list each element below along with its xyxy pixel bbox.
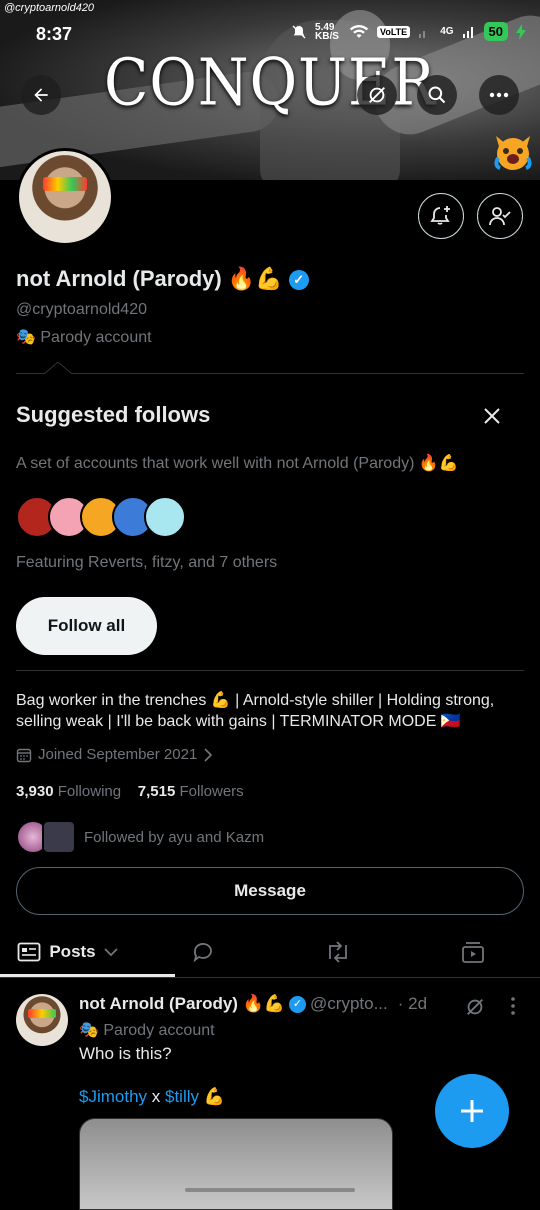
follow-all-button[interactable]: Follow all	[16, 597, 157, 655]
back-button[interactable]	[21, 75, 61, 115]
cashtag-separator: x	[147, 1087, 165, 1106]
notifications-button[interactable]	[418, 193, 464, 239]
profile-name-text: not Arnold (Parody) 🔥💪	[16, 266, 283, 291]
network-type: 4G	[440, 26, 454, 37]
reposts-icon	[328, 941, 347, 963]
profile-handle: @cryptoarnold420	[16, 301, 147, 318]
post-avatar-sunglasses	[28, 1009, 56, 1018]
cashtag-link[interactable]: $Jimothy	[79, 1087, 147, 1106]
signal-icon	[419, 30, 426, 38]
following-link[interactable]: 3,930 Following	[16, 783, 121, 800]
tabs-divider	[0, 977, 540, 978]
suggested-avatar	[144, 496, 186, 538]
more-button[interactable]	[479, 75, 519, 115]
tab-replies[interactable]	[135, 926, 270, 978]
person-check-icon	[489, 207, 511, 226]
cat-emoji-sticker	[490, 128, 536, 174]
replies-icon	[193, 943, 212, 963]
following-label: Following	[57, 783, 122, 800]
post-emoji: 💪	[199, 1087, 225, 1106]
volte-badge: VoLTE	[377, 25, 411, 38]
bell-plus-icon	[430, 206, 450, 225]
joined-date[interactable]: Joined September 2021	[16, 746, 213, 763]
close-icon	[484, 408, 500, 424]
message-button[interactable]: Message	[16, 867, 524, 915]
post-verified-icon: ✓	[289, 995, 307, 1013]
close-suggested-button[interactable]	[478, 402, 506, 430]
tab-reposts[interactable]	[270, 926, 405, 978]
suggested-title: Suggested follows	[16, 402, 211, 427]
parody-label-text: Parody account	[40, 329, 152, 346]
profile-avatar[interactable]	[16, 148, 114, 246]
net-speed: 5.49 KB/S	[315, 21, 339, 42]
compose-button[interactable]	[435, 1074, 509, 1148]
mute-icon	[292, 25, 306, 38]
post-more-icon	[511, 997, 515, 1015]
tab-posts[interactable]: Posts	[0, 926, 135, 978]
verified-badge-icon: ✓	[288, 270, 309, 291]
parody-label: 🎭 Parody account	[16, 327, 152, 347]
charging-icon	[516, 23, 526, 40]
post-mask-icon: 🎭	[79, 1022, 99, 1039]
grok-icon	[369, 87, 385, 103]
post-avatar[interactable]	[16, 994, 68, 1046]
post-cashtags: $Jimothy x $tilly 💪	[79, 1087, 225, 1107]
tab-posts-label: Posts	[49, 942, 96, 961]
calendar-icon	[16, 748, 32, 762]
profile-name: not Arnold (Parody) 🔥💪 ✓	[16, 266, 309, 292]
search-icon	[428, 86, 446, 104]
followers-link[interactable]: 7,515 Followers	[138, 783, 244, 800]
mask-icon: 🎭	[16, 329, 36, 346]
chevron-down-icon	[104, 948, 118, 957]
post-header: not Arnold (Parody) 🔥💪 ✓ @crypto... · 2d	[79, 994, 427, 1014]
banner-text: CONQUER	[103, 43, 437, 121]
wifi-icon	[349, 24, 369, 38]
bio-divider	[16, 670, 524, 671]
followed-by-avatars	[16, 820, 76, 854]
search-button[interactable]	[417, 75, 457, 115]
profile-bio: Bag worker in the trenches 💪 | Arnold-st…	[16, 692, 495, 730]
media-icon	[461, 942, 484, 963]
signal-icon-2	[462, 26, 473, 38]
followed-by-text: Followed by ayu and Kazm	[84, 828, 265, 846]
suggested-divider	[16, 373, 524, 374]
suggested-featuring: Featuring Reverts, fitzy, and 7 others	[16, 554, 278, 571]
tab-media[interactable]	[405, 926, 540, 978]
post-parody-label: 🎭 Parody account	[79, 1020, 215, 1040]
post-media[interactable]	[79, 1118, 393, 1210]
post-author[interactable]: not Arnold (Parody) 🔥💪	[79, 994, 285, 1014]
more-icon	[489, 92, 509, 98]
status-time: 8:37	[36, 24, 73, 44]
suggested-description: A set of accounts that work well with no…	[16, 455, 459, 472]
post-parody-text: Parody account	[103, 1022, 215, 1039]
caret-icon	[44, 362, 72, 374]
cashtag-link[interactable]: $tilly	[165, 1087, 199, 1106]
profile-tabs: Posts	[0, 926, 540, 978]
following-button[interactable]	[477, 193, 523, 239]
suggested-avatars[interactable]	[16, 496, 186, 538]
plus-icon	[461, 1100, 483, 1122]
post-grok-icon	[467, 999, 483, 1015]
post-text: Who is this?	[79, 1044, 172, 1063]
followers-label: Followers	[179, 783, 244, 800]
avatar-sunglasses	[43, 177, 87, 191]
home-indicator[interactable]	[185, 1188, 355, 1192]
watermark: @cryptoarnold420	[4, 2, 95, 14]
post-more-button[interactable]	[508, 996, 518, 1021]
status-icons: 5.49 KB/S VoLTE 4G 50	[291, 22, 526, 41]
following-count: 3,930	[16, 783, 54, 800]
post-time: · 2d	[397, 994, 428, 1013]
posts-icon	[17, 942, 41, 962]
follower-avatar	[42, 820, 76, 854]
joined-text: Joined September 2021	[38, 746, 198, 763]
chevron-right-icon	[204, 747, 213, 762]
grok-button[interactable]	[357, 75, 397, 115]
back-arrow-icon	[34, 88, 48, 102]
battery-level: 50	[483, 22, 508, 41]
post-handle[interactable]: @crypto...	[310, 994, 388, 1014]
followed-by[interactable]: Followed by ayu and Kazm	[16, 820, 264, 854]
follow-counts: 3,930 Following 7,515 Followers	[16, 783, 244, 800]
post-grok-button[interactable]	[464, 996, 486, 1023]
followers-count: 7,515	[137, 783, 176, 800]
